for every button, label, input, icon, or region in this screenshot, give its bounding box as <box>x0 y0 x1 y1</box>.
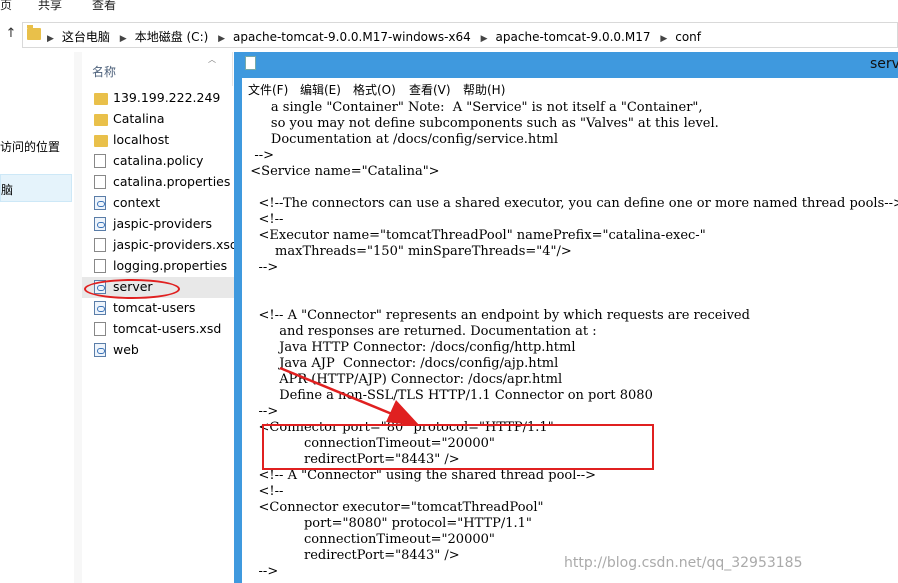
menu-file[interactable]: 文件(F) <box>248 81 288 98</box>
document-icon <box>94 154 106 168</box>
chevron-right-icon[interactable]: ▶ <box>218 34 225 44</box>
file-name: 139.199.222.249 <box>113 90 221 105</box>
breadcrumb-item[interactable]: 这台电脑 <box>62 30 110 44</box>
breadcrumb-item[interactable]: apache-tomcat-9.0.0.M17 <box>496 30 651 44</box>
file-name: catalina.policy <box>113 153 204 168</box>
file-row[interactable]: context <box>82 193 234 214</box>
menu-help[interactable]: 帮助(H) <box>463 81 505 98</box>
file-list: 名称 ︿ 139.199.222.249 Catalina localhost cat… <box>82 52 238 583</box>
file-row[interactable]: tomcat-users.xsd <box>82 319 234 340</box>
file-name: jaspic-providers.xsd <box>113 237 238 252</box>
file-row[interactable]: localhost <box>82 130 234 151</box>
file-row[interactable]: jaspic-providers <box>82 214 234 235</box>
nav-item-this-pc[interactable]: 脑 <box>0 174 72 202</box>
file-name: catalina.properties <box>113 174 231 189</box>
ribbon-tab-view[interactable]: 查看 <box>92 0 116 13</box>
xml-file-icon <box>94 343 106 357</box>
chevron-right-icon[interactable]: ▶ <box>481 34 488 44</box>
chevron-right-icon[interactable]: ▶ <box>47 34 54 44</box>
file-row[interactable]: tomcat-users <box>82 298 234 319</box>
folder-icon <box>94 114 108 126</box>
file-row[interactable]: 139.199.222.249 <box>82 88 234 109</box>
title-bar: serv <box>234 52 898 78</box>
up-arrow-icon[interactable]: ↑ <box>2 26 20 44</box>
xml-file-icon <box>94 217 106 231</box>
menu-edit[interactable]: 编辑(E) <box>300 81 341 98</box>
file-row[interactable]: catalina.properties <box>82 172 234 193</box>
nav-scrollbar[interactable] <box>74 52 82 583</box>
ribbon-tabs: 页 共享 查看 <box>0 0 898 18</box>
address-bar[interactable]: ▶ 这台电脑 ▶ 本地磁盘 (C:) ▶ apache-tomcat-9.0.0.M1… <box>22 22 898 48</box>
file-row[interactable]: catalina.policy <box>82 151 234 172</box>
ribbon-tab-page[interactable]: 页 <box>0 0 12 13</box>
notepad-window: serv 文件(F) 编辑(E) 格式(O) 查看(V) 帮助(H) a sin… <box>234 52 898 583</box>
menu-bar: 文件(F) 编辑(E) 格式(O) 查看(V) 帮助(H) <box>242 78 898 100</box>
column-header-name[interactable]: 名称 ︿ <box>82 52 234 86</box>
sort-caret-icon: ︿ <box>208 55 216 64</box>
document-icon <box>94 259 106 273</box>
window-title: serv <box>870 56 898 72</box>
breadcrumb-item[interactable]: apache-tomcat-9.0.0.M17-windows-x64 <box>233 30 471 44</box>
file-name: tomcat-users.xsd <box>113 321 222 336</box>
file-row[interactable]: logging.properties <box>82 256 234 277</box>
file-name: jaspic-providers <box>113 216 213 231</box>
ribbon-tab-share[interactable]: 共享 <box>38 0 62 13</box>
folder-icon <box>94 93 108 105</box>
menu-format[interactable]: 格式(O) <box>353 81 396 98</box>
highlight-oval <box>84 279 180 299</box>
folder-icon <box>27 25 41 40</box>
file-name: Catalina <box>113 111 165 126</box>
file-row[interactable]: jaspic-providers.xsd <box>82 235 238 256</box>
address-row: ↑ ▶ 这台电脑 ▶ 本地磁盘 (C:) ▶ apache-tomcat-9.0.0.… <box>0 18 898 53</box>
document-icon <box>94 322 106 336</box>
nav-item-recent-places[interactable]: 访问的位置 <box>0 138 60 155</box>
xml-file-icon <box>94 196 106 210</box>
menu-view[interactable]: 查看(V) <box>409 81 451 98</box>
file-row[interactable]: Catalina <box>82 109 234 130</box>
red-arrow-icon <box>279 366 420 426</box>
text-editor[interactable]: a single "Container" Note: A "Service" i… <box>242 100 898 583</box>
file-name: tomcat-users <box>113 300 196 315</box>
navigation-pane: 访问的位置 脑 <box>0 52 74 583</box>
breadcrumb: ▶ 这台电脑 ▶ 本地磁盘 (C:) ▶ apache-tomcat-9.0.0.M1… <box>47 28 707 45</box>
xml-file-icon <box>94 301 106 315</box>
breadcrumb-item[interactable]: conf <box>675 30 701 44</box>
nav-item-label: 脑 <box>1 183 14 197</box>
chevron-right-icon[interactable]: ▶ <box>660 34 667 44</box>
chevron-right-icon[interactable]: ▶ <box>120 34 127 44</box>
watermark: http://blog.csdn.net/qq_32953185 <box>564 555 803 571</box>
file-name: logging.properties <box>113 258 228 273</box>
folder-icon <box>94 135 108 147</box>
notepad-icon <box>245 56 256 70</box>
document-icon <box>94 175 106 189</box>
column-header-label: 名称 <box>92 65 117 79</box>
column-divider[interactable] <box>232 52 233 86</box>
file-name: web <box>113 342 139 357</box>
file-name: localhost <box>113 132 170 147</box>
document-icon <box>94 238 106 252</box>
file-name: context <box>113 195 161 210</box>
breadcrumb-item[interactable]: 本地磁盘 (C:) <box>135 30 209 44</box>
file-row[interactable]: web <box>82 340 234 361</box>
